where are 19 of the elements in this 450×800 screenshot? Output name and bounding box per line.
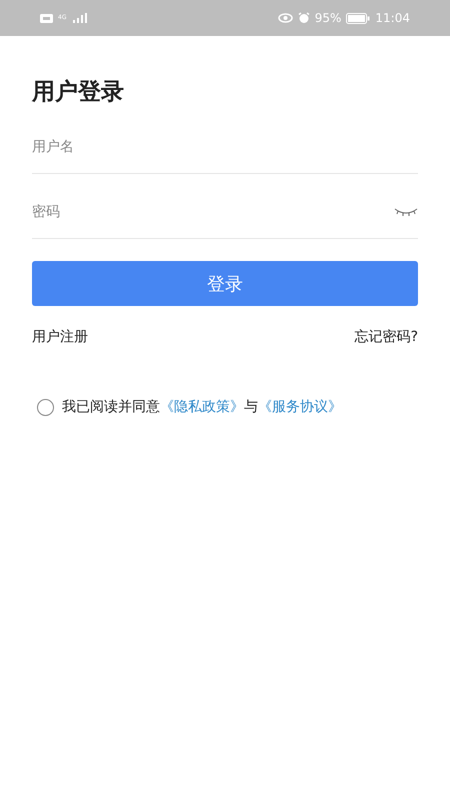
agreement-joiner: 与	[244, 398, 258, 416]
register-link[interactable]: 用户注册	[32, 328, 88, 346]
closed-eye-icon[interactable]	[394, 207, 418, 217]
username-field[interactable]: 用户名	[32, 139, 418, 155]
privacy-policy-link[interactable]: 《隐私政策》	[160, 398, 244, 416]
alarm-icon	[298, 12, 310, 24]
forgot-password-link[interactable]: 忘记密码?	[354, 328, 418, 346]
signal-icon	[73, 13, 87, 23]
service-agreement-link[interactable]: 《服务协议》	[258, 398, 342, 416]
agreement-radio[interactable]	[37, 398, 54, 416]
password-field[interactable]: 密码	[32, 204, 394, 220]
page-title: 用户登录	[32, 78, 125, 107]
login-button[interactable]: 登录	[32, 261, 418, 306]
clock: 11:04	[375, 11, 410, 25]
eye-icon	[278, 13, 293, 23]
hd-icon	[40, 14, 53, 22]
agreement-text: 我已阅读并同意	[62, 398, 160, 416]
battery-percent: 95%	[314, 11, 342, 25]
battery-icon	[346, 12, 370, 24]
